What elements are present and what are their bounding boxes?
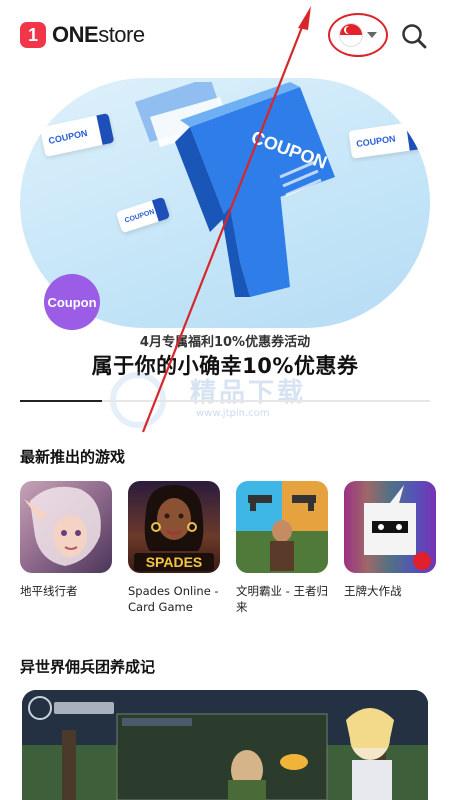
watermark-url: www.jtpin.com bbox=[196, 408, 270, 419]
game-card[interactable]: 王牌大作战 bbox=[344, 481, 436, 599]
game-icon bbox=[236, 481, 328, 573]
featured-banner[interactable] bbox=[22, 690, 428, 800]
featured-banner-art bbox=[22, 690, 428, 800]
game-icon: SPADES bbox=[128, 481, 220, 573]
game-icon bbox=[20, 481, 112, 573]
svg-text:SPADES: SPADES bbox=[146, 554, 203, 570]
game-name: 文明霸业 - 王者归来 bbox=[236, 584, 328, 614]
watermark-text: 精品下载 bbox=[190, 378, 307, 408]
coupon-badge: Coupon bbox=[44, 274, 100, 330]
game-name: 地平线行者 bbox=[20, 584, 78, 598]
coupon-gun-illustration: COUPON bbox=[135, 82, 335, 297]
new-games-list: 地平线行者 SPADES Spades Online - Card Game 文… bbox=[20, 481, 450, 621]
game-card[interactable]: SPADES Spades Online - Card Game bbox=[128, 481, 220, 615]
game-icon bbox=[344, 481, 436, 573]
game-name: Spades Online - Card Game bbox=[128, 584, 219, 614]
coupon-tag: COUPON bbox=[39, 113, 115, 157]
country-selector[interactable] bbox=[328, 13, 388, 57]
logo-badge: 1 bbox=[20, 22, 46, 48]
hero-banner[interactable]: COUPON COUPON COUPON COUPON Coupon bbox=[20, 78, 430, 330]
carousel-progress bbox=[20, 400, 430, 402]
caret-down-icon bbox=[367, 32, 377, 38]
game-card[interactable]: 文明霸业 - 王者归来 bbox=[236, 481, 328, 615]
onestore-logo[interactable]: 1 ONEstore bbox=[20, 22, 145, 48]
game-name: 王牌大作战 bbox=[344, 584, 402, 598]
new-games-title: 最新推出的游戏 bbox=[20, 448, 126, 466]
top-bar: 1 ONEstore bbox=[0, 0, 450, 70]
promo-subtitle: 4月专属福利10%优惠券活动 bbox=[139, 335, 311, 350]
singapore-flag-icon bbox=[339, 23, 363, 47]
game-card[interactable]: 地平线行者 bbox=[20, 481, 112, 599]
logo-wordmark: ONEstore bbox=[52, 22, 145, 47]
coupon-tag: COUPON bbox=[348, 121, 422, 159]
carousel-progress-fill bbox=[20, 400, 102, 402]
featured-title: 异世界佣兵团养成记 bbox=[20, 658, 156, 676]
search-icon[interactable] bbox=[400, 22, 428, 50]
